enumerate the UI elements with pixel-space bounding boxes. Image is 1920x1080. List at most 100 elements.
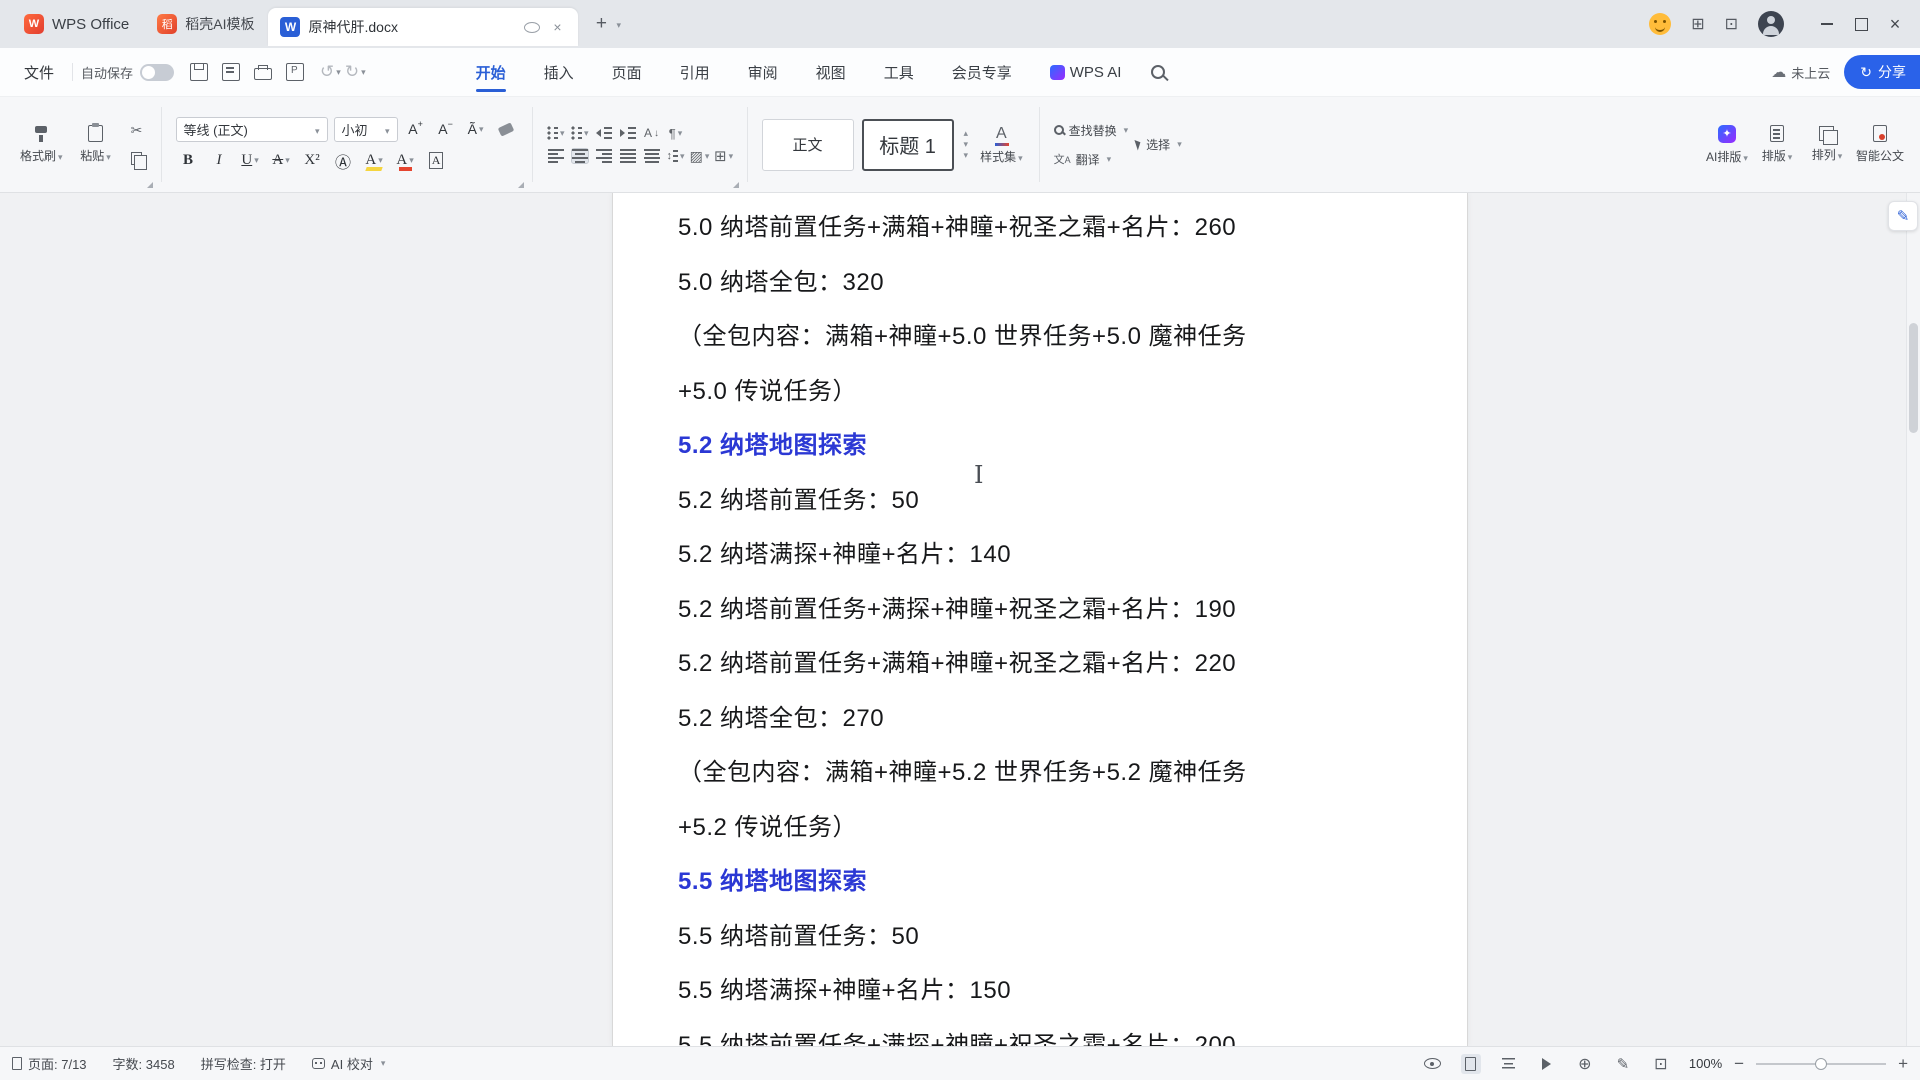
style-scroll-up-icon[interactable]: ▴ xyxy=(964,129,969,138)
export-pdf-icon[interactable] xyxy=(286,63,304,81)
align-left-button[interactable] xyxy=(547,148,565,164)
doc-body-line[interactable]: 5.2 纳塔前置任务+满箱+神瞳+祝圣之霜+名片：220 xyxy=(678,637,1409,692)
align-right-button[interactable] xyxy=(595,148,613,164)
layout-grid-icon[interactable]: ⊞ xyxy=(1691,14,1704,34)
autosave-toggle[interactable] xyxy=(140,64,174,81)
strikethrough-button[interactable] xyxy=(269,149,294,173)
decrease-indent-button[interactable] xyxy=(595,125,613,141)
style-normal[interactable]: 正文 xyxy=(762,119,854,171)
bold-button[interactable] xyxy=(176,149,201,173)
doc-heading-line[interactable]: 5.2 纳塔地图探索 xyxy=(678,419,1409,474)
font-family-select[interactable]: 等线 (正文) xyxy=(176,117,328,142)
redo-icon[interactable]: ↻ xyxy=(345,62,366,82)
fullscreen-play-icon[interactable] xyxy=(1537,1054,1557,1074)
doc-body-line[interactable]: 5.5 纳塔前置任务+满探+神瞳+祝圣之霜+名片：200 xyxy=(678,1019,1409,1047)
arrange-button[interactable]: 排列 xyxy=(1804,122,1850,167)
outline-view-icon[interactable] xyxy=(1499,1054,1519,1074)
doc-body-line[interactable]: 5.2 纳塔满探+神瞳+名片：140 xyxy=(678,528,1409,583)
document-page[interactable]: 5.0 纳塔前置任务+满箱+神瞳+祝圣之霜+名片：2605.0 纳塔全包：320… xyxy=(612,193,1468,1046)
tab-active-document[interactable]: 原神代肝.docx xyxy=(268,8,578,46)
font-size-select[interactable]: 小初 xyxy=(334,117,398,142)
superscript-button[interactable] xyxy=(300,149,325,173)
underline-button[interactable] xyxy=(238,149,263,173)
doc-body-line[interactable]: 5.0 纳塔全包：320 xyxy=(678,256,1409,311)
enclosed-char-button[interactable] xyxy=(331,149,356,173)
increase-indent-button[interactable] xyxy=(619,125,637,141)
paste-button[interactable]: 粘贴 xyxy=(73,121,119,168)
web-layout-icon[interactable] xyxy=(1575,1054,1595,1074)
style-gallery-expand-icon[interactable]: ▾ xyxy=(964,151,969,160)
style-heading1[interactable]: 标题 1 xyxy=(862,119,954,171)
format-painter-button[interactable]: 格式刷 xyxy=(18,122,65,168)
paragraph-dialog-launcher[interactable] xyxy=(733,182,739,188)
app-home-tab[interactable]: WPS Office xyxy=(10,0,143,48)
new-tab-button[interactable] xyxy=(588,11,614,37)
doc-status-icon[interactable] xyxy=(524,22,540,33)
doc-body-line[interactable]: 5.5 纳塔前置任务：50 xyxy=(678,910,1409,965)
increase-font-button[interactable] xyxy=(404,117,428,141)
clipboard-dialog-launcher[interactable] xyxy=(147,182,153,188)
line-spacing-button[interactable] xyxy=(667,148,685,164)
highlight-color-button[interactable] xyxy=(362,149,387,173)
save-icon[interactable] xyxy=(190,63,208,81)
decrease-font-button[interactable] xyxy=(434,117,458,141)
eye-protection-icon[interactable] xyxy=(1423,1054,1443,1074)
tab-review[interactable]: 审阅 xyxy=(748,48,778,96)
cloud-status[interactable]: 未上云 xyxy=(1771,63,1830,82)
bullets-button[interactable] xyxy=(547,125,565,141)
zoom-in-button[interactable]: + xyxy=(1898,1055,1908,1072)
doc-body-line[interactable]: 5.0 纳塔前置任务+满箱+神瞳+祝圣之霜+名片：260 xyxy=(678,201,1409,256)
translate-button[interactable]: 翻译 xyxy=(1054,151,1129,168)
phonetic-guide-button[interactable] xyxy=(464,117,488,141)
close-button[interactable] xyxy=(1878,7,1912,41)
file-menu[interactable]: 文件 xyxy=(14,62,64,83)
feedback-smiley-icon[interactable] xyxy=(1649,13,1671,35)
font-color-button[interactable] xyxy=(393,149,418,173)
tab-close-icon[interactable] xyxy=(548,18,566,36)
doc-heading-line[interactable]: 5.5 纳塔地图探索 xyxy=(678,855,1409,910)
typeset-button[interactable]: 排版 xyxy=(1754,121,1800,168)
doc-body-line[interactable]: +5.2 传说任务） xyxy=(678,801,1409,856)
tab-docer-template[interactable]: 稻壳AI模板 xyxy=(143,0,268,48)
borders-button[interactable] xyxy=(715,148,733,164)
tab-insert[interactable]: 插入 xyxy=(544,48,574,96)
find-replace-button[interactable]: 查找替换 xyxy=(1054,122,1129,139)
word-count[interactable]: 字数: 3458 xyxy=(113,1054,175,1073)
scrollbar-thumb[interactable] xyxy=(1909,323,1918,433)
maximize-button[interactable] xyxy=(1844,7,1878,41)
doc-body-line[interactable]: 5.2 纳塔前置任务：50 xyxy=(678,474,1409,529)
spellcheck-status[interactable]: 拼写检查: 打开 xyxy=(201,1054,286,1073)
tab-list-dropdown-icon[interactable] xyxy=(614,15,621,33)
doc-body-line[interactable]: 5.2 纳塔前置任务+满探+神瞳+祝圣之霜+名片：190 xyxy=(678,583,1409,638)
ai-proofread-button[interactable]: AI 校对 xyxy=(312,1054,385,1073)
tab-references[interactable]: 引用 xyxy=(680,48,710,96)
align-center-button[interactable] xyxy=(571,148,589,164)
doc-body-line[interactable]: （全包内容：满箱+神瞳+5.0 世界任务+5.0 魔神任务 xyxy=(678,310,1409,365)
tab-wps-ai[interactable]: WPS AI xyxy=(1050,48,1122,96)
zoom-level[interactable]: 100% xyxy=(1689,1056,1722,1071)
ai-typeset-button[interactable]: AI排版 xyxy=(1704,121,1750,169)
tab-home[interactable]: 开始 xyxy=(476,48,506,96)
print-icon[interactable] xyxy=(254,68,272,80)
tab-member[interactable]: 会员专享 xyxy=(952,48,1012,96)
print-preview-icon[interactable] xyxy=(222,63,240,81)
text-direction-button[interactable] xyxy=(643,125,661,141)
page-view-icon[interactable] xyxy=(1461,1054,1481,1074)
doc-body-line[interactable]: （全包内容：满箱+神瞳+5.2 世界任务+5.2 魔神任务 xyxy=(678,746,1409,801)
shading-button[interactable] xyxy=(691,148,709,164)
vertical-scrollbar[interactable] xyxy=(1906,193,1920,1046)
font-dialog-launcher[interactable] xyxy=(518,182,524,188)
appearance-icon[interactable]: ⊡ xyxy=(1725,14,1738,34)
tab-view[interactable]: 视图 xyxy=(816,48,846,96)
tab-page[interactable]: 页面 xyxy=(612,48,642,96)
cut-button[interactable] xyxy=(127,122,147,140)
character-border-button[interactable] xyxy=(424,149,449,173)
search-icon[interactable] xyxy=(1151,65,1165,79)
fit-page-icon[interactable] xyxy=(1651,1054,1671,1074)
copy-button[interactable] xyxy=(127,150,147,168)
minimize-button[interactable] xyxy=(1810,7,1844,41)
style-gallery-button[interactable]: 样式集 xyxy=(978,121,1025,169)
tab-tools[interactable]: 工具 xyxy=(884,48,914,96)
zoom-slider-knob[interactable] xyxy=(1815,1058,1827,1070)
justify-button[interactable] xyxy=(619,148,637,164)
